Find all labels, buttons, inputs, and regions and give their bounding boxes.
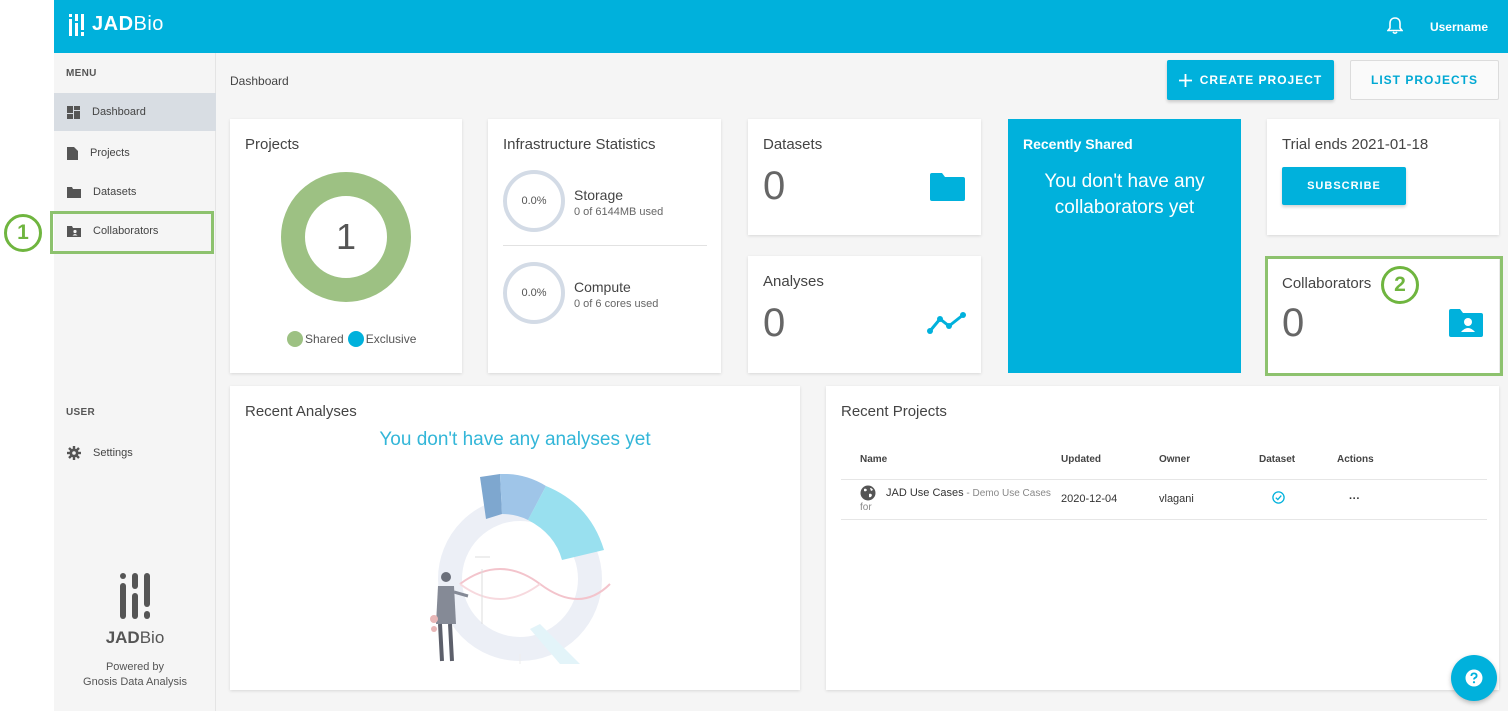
folder-icon: [67, 186, 81, 198]
storage-gauge: 0.0%: [503, 170, 565, 232]
trial-ends-text: Trial ends 2021-01-18: [1282, 136, 1429, 153]
check-circle-icon: [1272, 491, 1285, 504]
recently-shared-title: Recently Shared: [1023, 136, 1133, 152]
powered-by: Powered by Gnosis Data Analysis: [83, 661, 187, 688]
empty-state-illustration-icon: [430, 474, 611, 664]
sidebar-item-settings[interactable]: Settings: [54, 434, 216, 472]
gear-icon: [67, 446, 81, 460]
line-chart-icon: [927, 312, 966, 334]
projects-card-title: Projects: [245, 136, 300, 153]
sidebar-item-label: Datasets: [93, 186, 137, 198]
compute-gauge: 0.0%: [503, 262, 565, 324]
divider: [503, 245, 707, 246]
annotation-badge-2: 2: [1381, 266, 1419, 304]
column-header-updated[interactable]: Updated: [1061, 441, 1159, 480]
infrastructure-title: Infrastructure Statistics: [503, 136, 656, 153]
table-row[interactable]: JAD Use Cases - Demo Use Cases for 2020-…: [841, 479, 1487, 520]
projects-legend: Shared Exclusive: [287, 331, 416, 347]
column-header-dataset: Dataset: [1259, 441, 1337, 480]
datasets-count: 0: [763, 164, 786, 208]
analyses-count: 0: [763, 301, 786, 345]
user-menu[interactable]: Username: [1430, 20, 1488, 34]
recent-projects-card: Recent Projects Name Updated Owner Datas…: [826, 386, 1499, 690]
annotation-badge-1: 1: [4, 214, 42, 252]
globe-icon: [860, 485, 876, 501]
legend-shared-swatch: [287, 331, 303, 347]
storage-label: Storage: [574, 187, 624, 203]
breadcrumb: Dashboard: [230, 74, 289, 88]
sidebar-item-datasets[interactable]: Datasets: [54, 173, 216, 211]
datasets-card[interactable]: Datasets 0: [748, 119, 981, 235]
jadbio-footer-logo-icon: [120, 573, 150, 619]
create-project-button[interactable]: CREATE PROJECT: [1167, 60, 1334, 100]
folder-icon: [930, 173, 965, 201]
question-icon: [1465, 669, 1483, 687]
sidebar-item-dashboard[interactable]: Dashboard: [54, 93, 216, 131]
jadbio-logo-icon: [69, 13, 84, 36]
project-actions-menu[interactable]: ···: [1337, 479, 1487, 520]
notifications-bell-icon[interactable]: [1386, 17, 1404, 40]
datasets-title: Datasets: [763, 136, 823, 153]
document-icon: [67, 146, 78, 160]
recent-projects-table: Name Updated Owner Dataset Actions JAD U…: [841, 441, 1487, 520]
footer-brand: JADBio: [105, 628, 165, 647]
plus-icon: [1178, 73, 1192, 87]
project-dataset-cell: [1259, 479, 1337, 520]
analyses-card[interactable]: Analyses 0: [748, 256, 981, 373]
sidebar-item-label: Dashboard: [92, 106, 146, 118]
recently-shared-empty-message: You don't have any collaborators yet: [1044, 171, 1205, 218]
brand-logo[interactable]: JADBio: [68, 13, 164, 36]
user-heading: USER: [66, 407, 95, 418]
column-header-name[interactable]: Name: [841, 441, 1061, 480]
column-header-actions: Actions: [1337, 441, 1487, 480]
table-header-row: Name Updated Owner Dataset Actions: [841, 441, 1487, 480]
top-bar: JADBio Username: [54, 0, 1508, 53]
trial-card: Trial ends 2021-01-18 SUBSCRIBE: [1267, 119, 1499, 235]
sidebar-item-label: Projects: [90, 147, 130, 159]
sidebar-footer: JADBio Powered by Gnosis Data Analysis: [54, 573, 216, 690]
project-name-cell[interactable]: JAD Use Cases - Demo Use Cases for: [841, 479, 1061, 520]
help-button[interactable]: [1451, 655, 1497, 701]
menu-heading: MENU: [66, 68, 97, 79]
annotation-highlight-1: [50, 211, 214, 254]
compute-usage: 0 of 6 cores used: [574, 298, 659, 310]
dashboard-icon: [67, 105, 80, 119]
list-projects-button[interactable]: LIST PROJECTS: [1350, 60, 1499, 100]
column-header-owner[interactable]: Owner: [1159, 441, 1259, 480]
recent-analyses-card: Recent Analyses You don't have any analy…: [230, 386, 800, 690]
sidebar-item-label: Settings: [93, 447, 133, 459]
brand-name: JADBio: [92, 13, 164, 35]
infrastructure-card: Infrastructure Statistics 0.0% Storage 0…: [488, 119, 721, 373]
recent-analyses-title: Recent Analyses: [245, 403, 357, 420]
sidebar: MENU Dashboard Projects Datasets Collabo…: [54, 53, 216, 711]
sidebar-item-projects[interactable]: Projects: [54, 134, 216, 172]
projects-count: 1: [335, 216, 357, 257]
project-owner-cell: vlagani: [1159, 479, 1259, 520]
project-updated-cell: 2020-12-04: [1061, 479, 1159, 520]
storage-usage: 0 of 6144MB used: [574, 206, 664, 218]
analyses-title: Analyses: [763, 273, 824, 290]
recent-projects-title: Recent Projects: [841, 403, 947, 420]
subscribe-button[interactable]: SUBSCRIBE: [1282, 167, 1406, 205]
projects-card[interactable]: Projects 1 Shared Exclusive: [230, 119, 462, 373]
recently-shared-card: Recently Shared You don't have any colla…: [1008, 119, 1241, 373]
compute-label: Compute: [574, 279, 631, 295]
recent-analyses-empty-message: You don't have any analyses yet: [379, 429, 651, 450]
legend-exclusive-swatch: [347, 331, 364, 347]
